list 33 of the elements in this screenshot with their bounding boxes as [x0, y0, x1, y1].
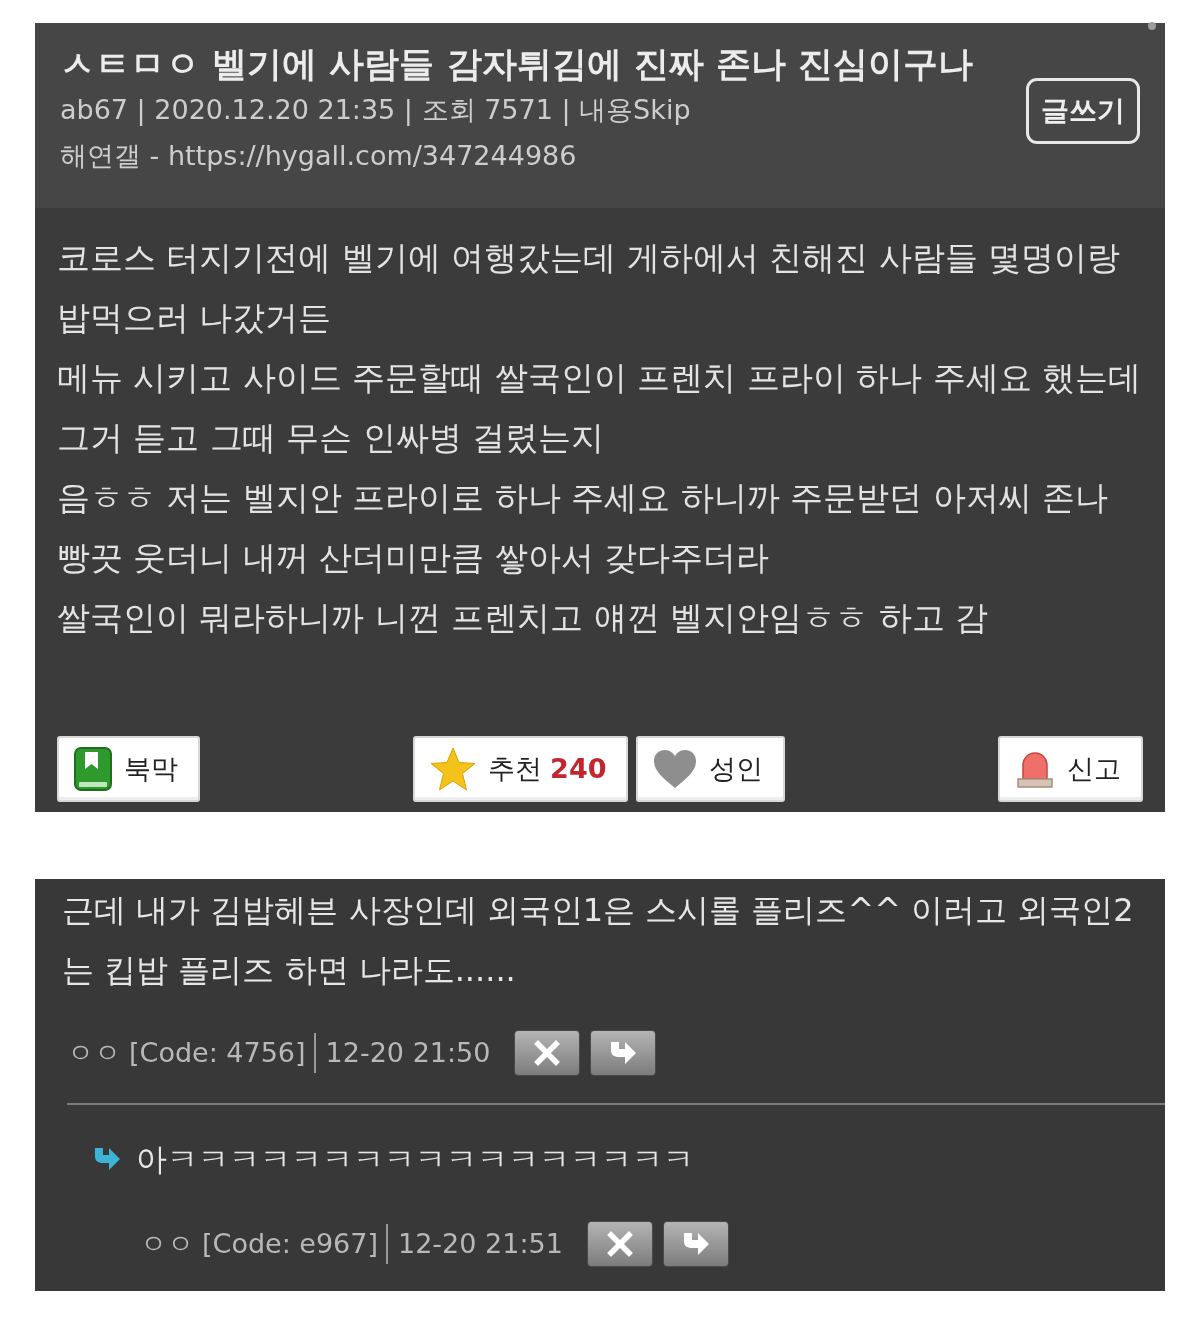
- delete-button[interactable]: [586, 1221, 653, 1267]
- book-icon: [74, 747, 112, 791]
- post-paragraph: 메뉴 시키고 사이드 주문할때 쌀국인이 프렌치 프라이 하나 주세요 했는데 그거 듣고 그때 무슨 인싸병 걸렸는지: [57, 357, 1143, 459]
- comment-text: 근데 내가 김밥헤븐 사장인데 외국인1은 스시롤 플리즈^^ 이러고 외국인2는 킵밥 플리즈 하면 나라도......: [62, 890, 1135, 991]
- cross-icon: [534, 1040, 561, 1066]
- siren-icon: [1015, 749, 1055, 789]
- delete-button[interactable]: [514, 1030, 581, 1076]
- reply-button[interactable]: [662, 1221, 729, 1267]
- dot-icon: [1148, 22, 1156, 30]
- bookmark-button[interactable]: 북막: [57, 736, 200, 802]
- heart-icon: [653, 749, 698, 789]
- post-paragraph: 음ㅎㅎ 저는 벨지안 프라이로 하나 주세요 하니까 주문받던 아저씨 존나 빵끗 웃더니 내꺼 산더미만큼 쌓아서 갖다주더라: [57, 477, 1110, 579]
- adult-button[interactable]: 성인: [636, 736, 786, 802]
- recommend-button[interactable]: 추천 240: [412, 736, 629, 802]
- comment-author: ㅇㅇ: [67, 1036, 121, 1070]
- comment-time: 12-20 21:51: [398, 1227, 563, 1261]
- arrow-icon: [608, 1040, 639, 1066]
- star-icon: [429, 747, 476, 791]
- report-button[interactable]: 신고: [998, 736, 1143, 802]
- post-title: ㅅㅌㅁㅇ 벨기에 사람들 감자튀김에 진짜 존나 진심이구나: [60, 43, 974, 86]
- comment-time: 12-20 21:50: [325, 1036, 491, 1070]
- comment-code: [Code: 4756]: [129, 1036, 306, 1070]
- reply-button[interactable]: [590, 1030, 657, 1076]
- write-button[interactable]: 글쓰기: [1026, 78, 1140, 144]
- cross-icon: [606, 1231, 633, 1257]
- comment-author: ㅇㅇ: [140, 1227, 194, 1261]
- post-meta: ab67 | 2020.12.20 21:35 | 조회 7571 | 내용Skip: [60, 93, 692, 128]
- comment-code: [Code: e967]: [202, 1227, 378, 1261]
- post-source: 해연갤 - https://hygall.com/347244986: [60, 139, 578, 173]
- post-paragraph: 코로스 터지기전에 벨기에 여행갔는데 게하에서 친해진 사람들 몇명이랑 밥먹으러 나갔거든: [57, 237, 1122, 339]
- reply-arrow-icon: [92, 1146, 122, 1172]
- post-paragraph: 쌀국인이 뭐라하니까 니껀 프렌치고 얘껀 벨지안임ㅎㅎ 하고 감: [57, 597, 990, 639]
- reply-text: 아ㅋㅋㅋㅋㅋㅋㅋㅋㅋㅋㅋㅋㅋㅋㅋㅋㅋ: [136, 1140, 694, 1179]
